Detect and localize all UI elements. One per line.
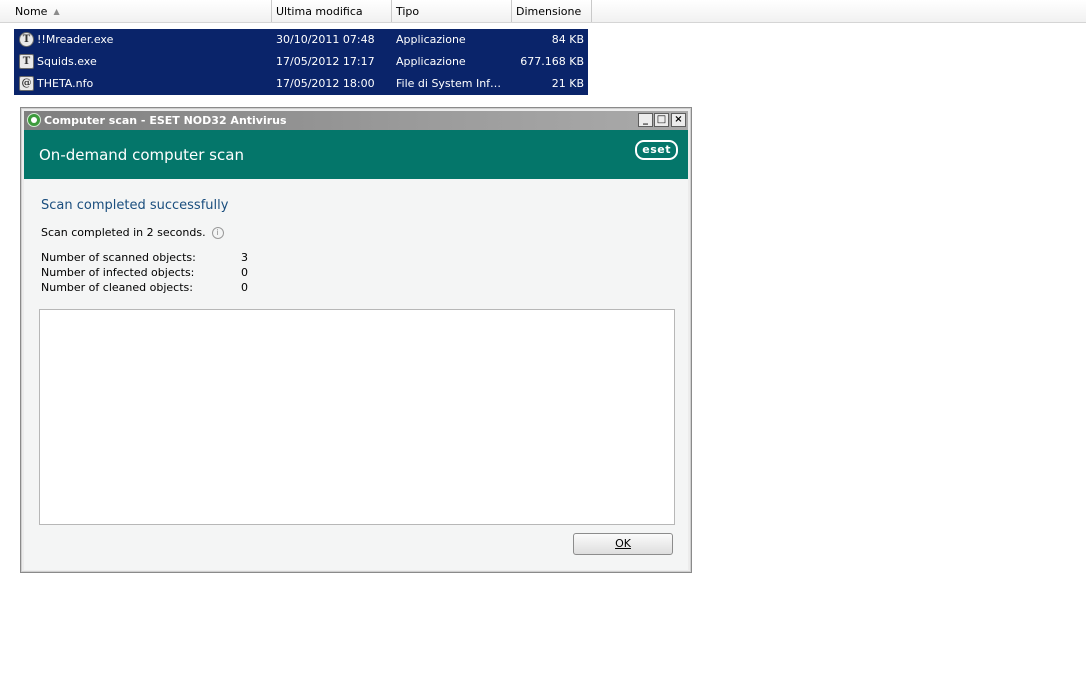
- file-size: 677.168 KB: [520, 55, 584, 68]
- file-row[interactable]: @ THETA.nfo 17/05/2012 18:00 File di Sys…: [14, 73, 588, 95]
- file-name: THETA.nfo: [37, 77, 94, 90]
- stat-label: Number of scanned objects:: [41, 251, 196, 264]
- column-header-modified[interactable]: Ultima modifica: [272, 0, 392, 22]
- column-header-size[interactable]: Dimensione: [512, 0, 592, 22]
- stat-row-cleaned: Number of cleaned objects: 0: [41, 280, 271, 295]
- maximize-icon[interactable]: □: [654, 113, 669, 127]
- file-name: Squids.exe: [37, 55, 97, 68]
- file-row[interactable]: T !!Mreader.exe 30/10/2011 07:48 Applica…: [14, 29, 588, 51]
- file-row[interactable]: T Squids.exe 17/05/2012 17:17 Applicazio…: [14, 51, 588, 73]
- stat-value: 0: [241, 266, 248, 279]
- dialog-header: On-demand computer scan eset: [24, 130, 688, 179]
- stat-row-scanned: Number of scanned objects: 3: [41, 250, 271, 265]
- stat-label: Number of cleaned objects:: [41, 281, 193, 294]
- system-info-icon: @: [19, 76, 34, 91]
- stat-value: 3: [241, 251, 248, 264]
- file-date: 30/10/2011 07:48: [276, 33, 375, 46]
- column-header-modified-label: Ultima modifica: [276, 5, 363, 18]
- file-type: File di System Infor…: [396, 77, 506, 90]
- app-t-icon: T: [19, 32, 34, 47]
- window-title: Computer scan - ESET NOD32 Antivirus: [44, 114, 287, 127]
- scan-dialog: Computer scan - ESET NOD32 Antivirus _ □…: [20, 107, 692, 573]
- scan-duration-text: Scan completed in 2 seconds.: [41, 226, 206, 239]
- column-header-bar: Nome ▲ Ultima modifica Tipo Dimensione: [0, 0, 1086, 23]
- file-date: 17/05/2012 18:00: [276, 77, 375, 90]
- file-date: 17/05/2012 17:17: [276, 55, 375, 68]
- close-icon[interactable]: ×: [671, 113, 686, 127]
- stat-label: Number of infected objects:: [41, 266, 195, 279]
- file-list: T !!Mreader.exe 30/10/2011 07:48 Applica…: [14, 29, 588, 95]
- app-ts-icon: T: [19, 54, 34, 69]
- scan-duration: Scan completed in 2 seconds. i: [41, 226, 224, 239]
- status-heading: Scan completed successfully: [41, 198, 229, 213]
- column-header-size-label: Dimensione: [516, 5, 582, 18]
- stat-value: 0: [241, 281, 248, 294]
- minimize-icon[interactable]: _: [638, 113, 653, 127]
- scan-stats: Number of scanned objects: 3 Number of i…: [41, 250, 271, 295]
- file-type: Applicazione: [396, 33, 466, 46]
- file-name: !!Mreader.exe: [37, 33, 114, 46]
- eset-logo: eset: [635, 140, 678, 160]
- column-header-name[interactable]: Nome ▲: [11, 0, 272, 22]
- file-size: 84 KB: [551, 33, 584, 46]
- file-size: 21 KB: [551, 77, 584, 90]
- column-header-type-label: Tipo: [396, 5, 420, 18]
- ok-button-label: OK: [615, 537, 631, 550]
- scan-log-area[interactable]: [39, 309, 675, 525]
- ok-button[interactable]: OK: [573, 533, 673, 555]
- stat-row-infected: Number of infected objects: 0: [41, 265, 271, 280]
- file-type: Applicazione: [396, 55, 466, 68]
- info-icon[interactable]: i: [211, 227, 224, 239]
- column-header-filler: [592, 0, 1086, 22]
- eset-app-icon: [27, 113, 41, 127]
- header-title: On-demand computer scan: [39, 146, 244, 164]
- dialog-body: Scan completed successfully Scan complet…: [24, 179, 688, 570]
- column-header-type[interactable]: Tipo: [392, 0, 512, 22]
- sort-ascending-icon: ▲: [53, 7, 60, 16]
- column-header-name-label: Nome: [15, 5, 48, 18]
- dialog-titlebar[interactable]: Computer scan - ESET NOD32 Antivirus _ □…: [24, 111, 688, 130]
